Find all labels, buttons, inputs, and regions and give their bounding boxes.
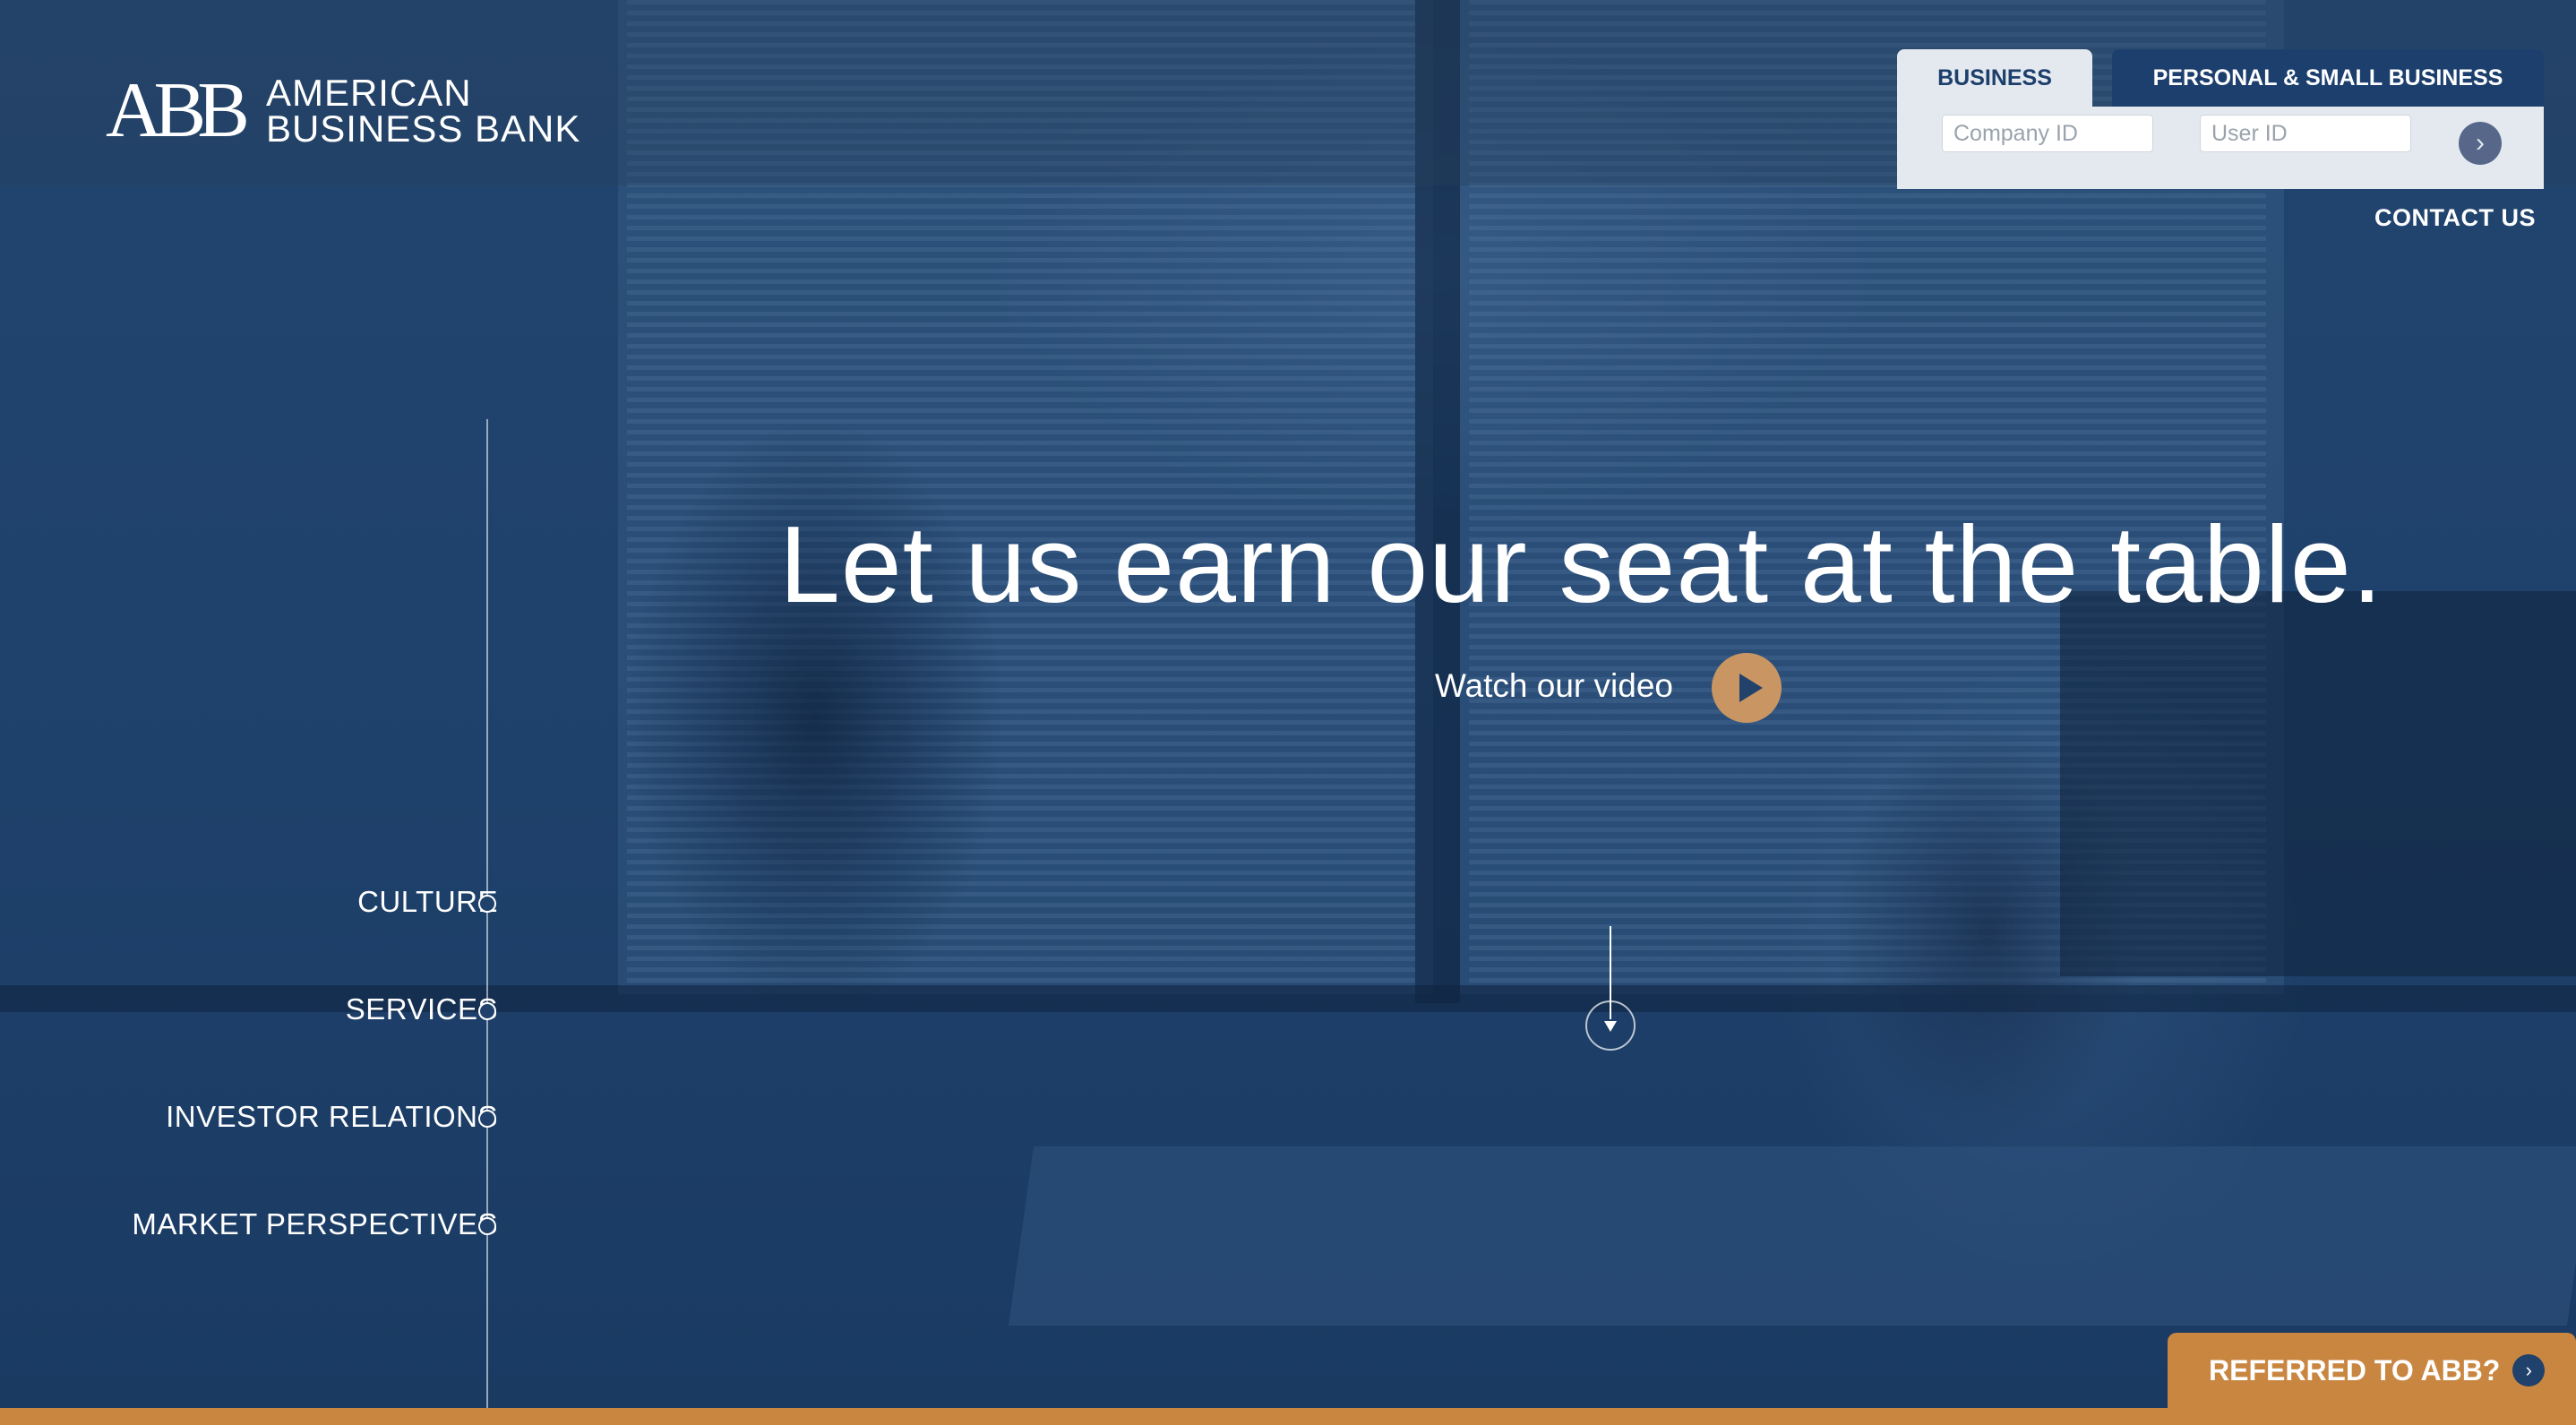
hero-headline: Let us earn our seat at the table. [779, 503, 2383, 625]
logo[interactable]: ABB AMERICAN BUSINESS BANK [106, 72, 580, 150]
side-nav-item-culture[interactable]: CULTURE [357, 885, 498, 919]
login-submit-button[interactable]: › [2459, 122, 2502, 165]
plant-silhouette [502, 269, 1129, 1164]
referred-label: REFERRED TO ABB? [2209, 1353, 2501, 1386]
tab-personal-small-business[interactable]: PERSONAL & SMALL BUSINESS [2112, 49, 2544, 107]
side-nav-dot-investor-relations[interactable] [478, 1110, 496, 1128]
side-nav-item-investor-relations[interactable]: INVESTOR RELATIONS [166, 1100, 498, 1134]
logo-line-2: BUSINESS BANK [265, 107, 581, 150]
play-icon[interactable] [1712, 653, 1782, 723]
person-silhouette [1756, 591, 2221, 1200]
side-nav-dot-services[interactable] [478, 1002, 496, 1020]
company-id-input[interactable] [1942, 115, 2153, 152]
logo-wordmark: AMERICAN BUSINESS BANK [265, 72, 581, 150]
side-nav-dot-market-perspectives[interactable] [478, 1217, 496, 1235]
chevron-right-icon: › [2476, 128, 2485, 158]
side-nav-line [486, 419, 488, 1425]
side-nav-item-market-perspectives[interactable]: MARKET PERSPECTIVES [132, 1207, 498, 1241]
logo-mark: ABB [106, 67, 250, 154]
bottom-accent-bar [0, 1408, 2576, 1425]
contact-us-link[interactable]: CONTACT US [2374, 204, 2536, 232]
tab-business[interactable]: BUSINESS [1897, 49, 2092, 107]
user-id-input[interactable] [2200, 115, 2411, 152]
arrow-down-icon [1604, 1021, 1617, 1032]
side-nav-dot-culture[interactable] [478, 895, 496, 913]
side-nav-item-services[interactable]: SERVICES [346, 992, 498, 1026]
desk-surface [1008, 1146, 2576, 1326]
watch-video-link[interactable]: Watch our video [1435, 667, 1673, 705]
referred-to-abb-button[interactable]: REFERRED TO ABB? › [2168, 1333, 2576, 1408]
logo-line-1: AMERICAN [265, 72, 472, 114]
login-widget: BUSINESS PERSONAL & SMALL BUSINESS › [1897, 49, 2544, 189]
chevron-right-icon: › [2512, 1354, 2546, 1386]
